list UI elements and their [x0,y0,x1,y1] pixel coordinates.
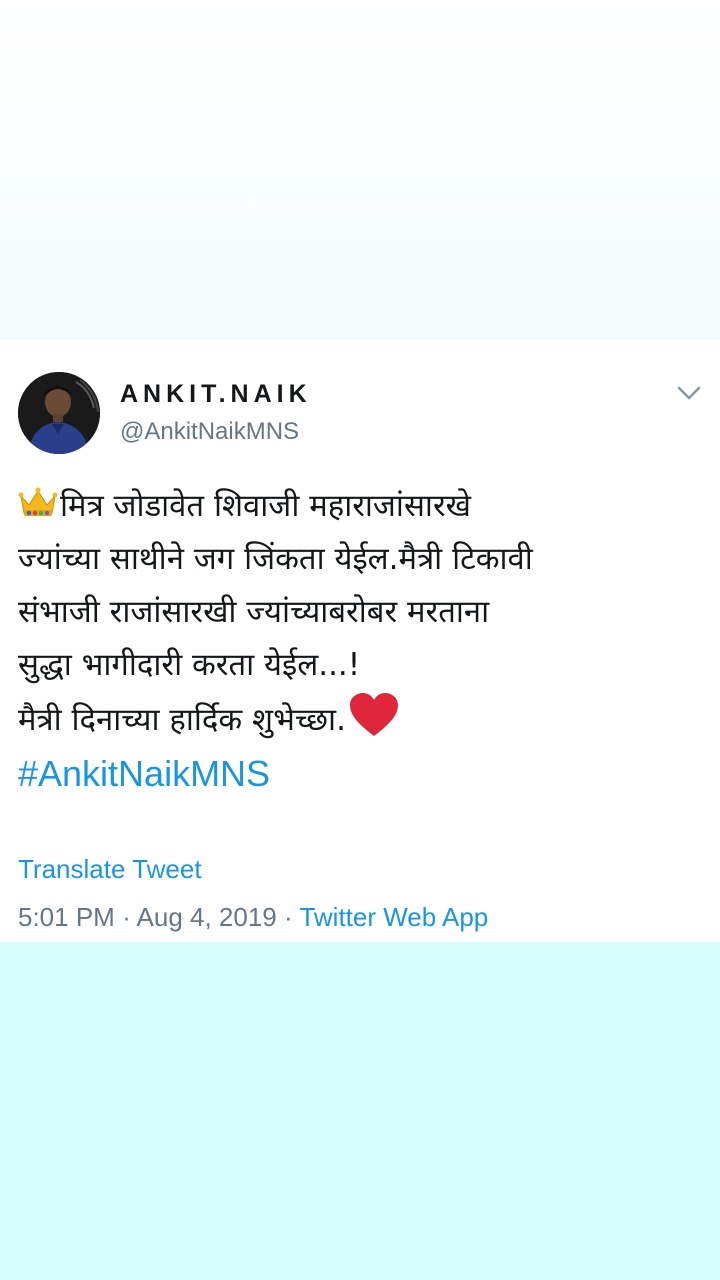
tweet-line: संभाजी राजांसारखी ज्यांच्याबरोबर मरताना [18,594,490,630]
avatar[interactable] [18,372,100,454]
tweet-date[interactable]: Aug 4, 2019 [137,902,277,932]
tweet-line-text: मैत्री दिनाच्या हार्दिक शुभेच्छा. [18,702,346,738]
tweet-metadata: 5:01 PM · Aug 4, 2019 · Twitter Web App [18,902,488,933]
user-handle[interactable]: @AnkitNaikMNS [120,418,299,446]
tweet-line: मित्र जोडावेत शिवाजी महाराजांसारखे [18,480,708,533]
tweet-text: मित्र जोडावेत शिवाजी महाराजांसारखे ज्यां… [18,480,708,800]
tweet-line: मैत्री दिनाच्या हार्दिक शुभेच्छा. [18,692,708,747]
separator: · [284,902,293,932]
bottom-background [0,942,720,1280]
hashtag-link[interactable]: #AnkitNaikMNS [18,747,708,800]
tweet-line: सुद्धा भागीदारी करता येईल...! [18,647,361,683]
display-name[interactable]: ANKIT.NAIK [120,380,312,409]
tweet-card: ANKIT.NAIK @AnkitNaikMNS मित्र जोडावेत श… [0,340,720,942]
heart-icon [348,692,400,738]
tweet-source-link[interactable]: Twitter Web App [299,902,488,932]
top-background [0,0,720,340]
tweet-line: ज्यांच्या साथीने जग जिंकता येईल.मैत्री ट… [18,541,533,577]
tweet-time[interactable]: 5:01 PM [18,902,115,932]
separator: · [122,902,131,932]
crown-icon [18,482,58,516]
tweet-line-text: मित्र जोडावेत शिवाजी महाराजांसारखे [60,488,471,524]
chevron-down-icon[interactable] [676,384,702,402]
translate-tweet-link[interactable]: Translate Tweet [18,854,202,885]
